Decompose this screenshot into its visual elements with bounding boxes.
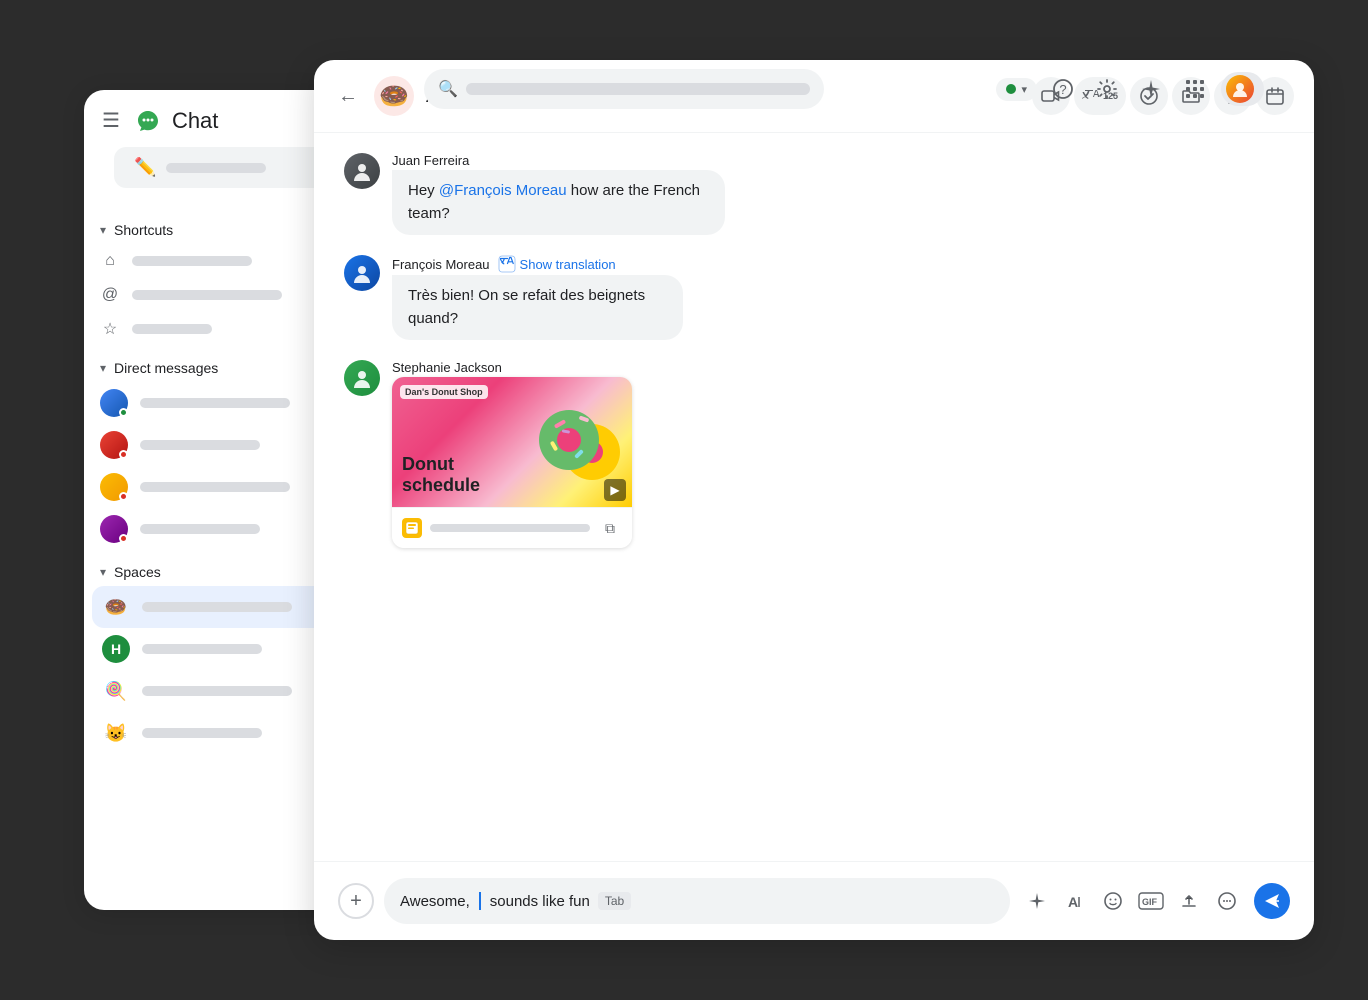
input-text-before: Awesome, bbox=[400, 893, 470, 910]
message-text-pre: Hey bbox=[408, 182, 439, 199]
donut-card-image: Dan's Donut Shop Donut schedule bbox=[392, 377, 632, 507]
juan-avatar bbox=[344, 153, 380, 189]
francois-message-text: Très bien! On se refait des beignets qua… bbox=[408, 287, 645, 327]
spaces-chevron-icon: ▾ bbox=[100, 565, 106, 579]
donut-shop-label: Dan's Donut Shop bbox=[400, 385, 488, 399]
chat-panel: ← 🍩 Aari's Donut Crew ⌄ 125 bbox=[314, 60, 1314, 940]
francois-avatar bbox=[344, 255, 380, 291]
francois-mention[interactable]: @François Moreau bbox=[439, 182, 567, 199]
copy-link-button[interactable]: ⧉ bbox=[598, 516, 622, 540]
francois-sender-name: François Moreau bbox=[392, 257, 490, 272]
donut-illustration bbox=[524, 392, 624, 492]
gemini-input-button[interactable] bbox=[1020, 884, 1054, 918]
apps-button[interactable] bbox=[1177, 71, 1213, 107]
top-navigation-bar: 🔍 ▾ ? bbox=[84, 60, 1284, 118]
donut-title: Donut schedule bbox=[402, 454, 480, 497]
cat-emoji-icon: 😺 bbox=[102, 719, 130, 747]
juan-message-bubble: Hey @François Moreau how are the French … bbox=[392, 170, 725, 235]
star-icon: ☆ bbox=[100, 319, 120, 339]
mentions-icon: @ bbox=[100, 285, 120, 305]
more-options-button[interactable] bbox=[1210, 884, 1244, 918]
stephanie-message-content: Stephanie Jackson Dan's Donut Shop Donut… bbox=[392, 360, 632, 548]
online-status-dot bbox=[1006, 84, 1016, 94]
video-play-badge: ▶ bbox=[604, 479, 626, 501]
message-group-juan: Juan Ferreira Hey @François Moreau how a… bbox=[344, 153, 1284, 235]
upload-file-button[interactable] bbox=[1172, 884, 1206, 918]
stephanie-sender-name: Stephanie Jackson bbox=[392, 360, 502, 375]
juan-message-content: Juan Ferreira Hey @François Moreau how a… bbox=[392, 153, 762, 235]
svg-text:A: A bbox=[1068, 894, 1078, 910]
emoji-button[interactable] bbox=[1096, 884, 1130, 918]
status-chevron-icon: ▾ bbox=[1021, 83, 1027, 96]
format-text-button[interactable]: A bbox=[1058, 884, 1092, 918]
message-group-stephanie: Stephanie Jackson Dan's Donut Shop Donut… bbox=[344, 360, 1284, 548]
message-input-area: + Awesome, sounds like fun Tab A GIF bbox=[314, 861, 1314, 940]
show-translation-label: Show translation bbox=[520, 257, 616, 272]
translate-icon bbox=[498, 255, 516, 273]
input-action-buttons: A GIF bbox=[1020, 884, 1244, 918]
juan-sender-name: Juan Ferreira bbox=[392, 153, 469, 168]
add-attachment-button[interactable]: + bbox=[338, 883, 374, 919]
h-letter-icon: H bbox=[102, 635, 130, 663]
send-message-button[interactable] bbox=[1254, 883, 1290, 919]
donut-card-footer[interactable]: ⧉ bbox=[392, 507, 632, 548]
gemini-button[interactable] bbox=[1133, 71, 1169, 107]
francois-message-content: François Moreau Show translation bbox=[392, 255, 715, 340]
status-indicator[interactable]: ▾ bbox=[996, 78, 1037, 101]
message-input-box[interactable]: Awesome, sounds like fun Tab bbox=[384, 878, 1010, 924]
gif-button[interactable]: GIF bbox=[1134, 884, 1168, 918]
shortcuts-chevron-icon: ▾ bbox=[100, 223, 106, 237]
dm-chevron-icon: ▾ bbox=[100, 361, 106, 375]
svg-text:GIF: GIF bbox=[1142, 897, 1158, 907]
search-icon: 🔍 bbox=[438, 79, 458, 99]
show-translation-button[interactable]: Show translation bbox=[498, 255, 616, 273]
messages-area: Juan Ferreira Hey @François Moreau how a… bbox=[314, 133, 1314, 861]
search-bar[interactable]: 🔍 bbox=[424, 69, 824, 109]
donut-card[interactable]: Dan's Donut Shop Donut schedule bbox=[392, 377, 632, 548]
donut-emoji-icon: 🍩 bbox=[102, 593, 130, 621]
settings-button[interactable] bbox=[1089, 71, 1125, 107]
card-slides-icon bbox=[402, 518, 422, 538]
spaces-label: Spaces bbox=[114, 564, 161, 580]
francois-message-bubble: Très bien! On se refait des beignets qua… bbox=[392, 275, 683, 340]
message-group-francois: François Moreau Show translation bbox=[344, 255, 1284, 340]
input-cursor bbox=[479, 892, 481, 910]
stephanie-avatar bbox=[344, 360, 380, 396]
input-text-after: sounds like fun bbox=[490, 893, 590, 910]
svg-text:?: ? bbox=[1059, 82, 1066, 97]
tab-key-hint: Tab bbox=[598, 892, 631, 910]
help-button[interactable]: ? bbox=[1045, 71, 1081, 107]
candy-emoji-icon: 🍭 bbox=[102, 677, 130, 705]
shortcuts-label: Shortcuts bbox=[114, 222, 173, 238]
user-account-button[interactable] bbox=[1221, 72, 1264, 106]
dm-label: Direct messages bbox=[114, 360, 218, 376]
home-icon: ⌂ bbox=[100, 251, 120, 271]
